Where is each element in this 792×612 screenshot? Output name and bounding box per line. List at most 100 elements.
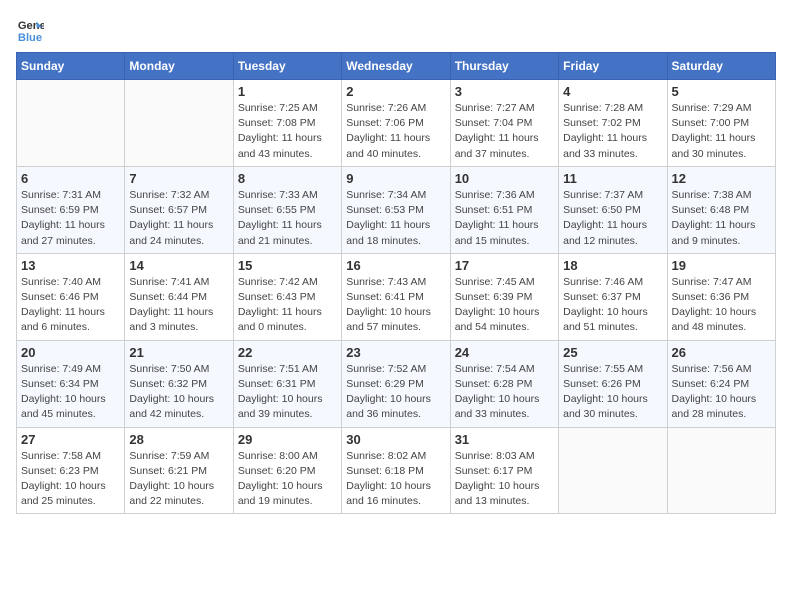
day-number: 12 [672, 171, 771, 186]
day-info: Sunrise: 7:42 AMSunset: 6:43 PMDaylight:… [238, 275, 337, 336]
day-info: Sunrise: 7:40 AMSunset: 6:46 PMDaylight:… [21, 275, 120, 336]
calendar-cell [17, 80, 125, 167]
calendar-cell: 12Sunrise: 7:38 AMSunset: 6:48 PMDayligh… [667, 166, 775, 253]
calendar-cell: 18 Sunrise: 7:46 AMSunset: 6:37 PMDayligh… [559, 253, 667, 340]
day-number: 7 [129, 171, 228, 186]
day-number: 10 [455, 171, 554, 186]
calendar-cell: 23 Sunrise: 7:52 AMSunset: 6:29 PMDayligh… [342, 340, 450, 427]
day-number: 5 [672, 84, 771, 99]
day-number: 18 [563, 258, 662, 273]
weekday-header-thursday: Thursday [450, 53, 558, 80]
day-number: 4 [563, 84, 662, 99]
day-info: Sunrise: 7:47 AMSunset: 6:36 PMDaylight:… [672, 275, 771, 336]
day-info: Sunrise: 8:03 AMSunset: 6:17 PMDaylight:… [455, 449, 554, 510]
calendar-cell: 26 Sunrise: 7:56 AMSunset: 6:24 PMDayligh… [667, 340, 775, 427]
calendar-cell: 4 Sunrise: 7:28 AMSunset: 7:02 PMDaylight… [559, 80, 667, 167]
day-info: Sunrise: 7:26 AMSunset: 7:06 PMDaylight:… [346, 101, 445, 162]
calendar-cell: 10 Sunrise: 7:36 AMSunset: 6:51 PMDayligh… [450, 166, 558, 253]
calendar-cell [125, 80, 233, 167]
day-number: 26 [672, 345, 771, 360]
calendar-cell: 16Sunrise: 7:43 AMSunset: 6:41 PMDayligh… [342, 253, 450, 340]
day-info: Sunrise: 7:55 AMSunset: 6:26 PMDaylight:… [563, 362, 662, 423]
day-number: 14 [129, 258, 228, 273]
day-number: 3 [455, 84, 554, 99]
day-info: Sunrise: 7:43 AMSunset: 6:41 PMDaylight:… [346, 275, 445, 336]
calendar-week-1: 1Sunrise: 7:25 AMSunset: 7:08 PMDaylight… [17, 80, 776, 167]
day-info: Sunrise: 7:46 AMSunset: 6:37 PMDaylight:… [563, 275, 662, 336]
day-number: 2 [346, 84, 445, 99]
calendar-cell: 30 Sunrise: 8:02 AMSunset: 6:18 PMDayligh… [342, 427, 450, 514]
day-info: Sunrise: 7:31 AMSunset: 6:59 PMDaylight:… [21, 188, 120, 249]
weekday-header-wednesday: Wednesday [342, 53, 450, 80]
day-number: 13 [21, 258, 120, 273]
calendar-cell: 17Sunrise: 7:45 AMSunset: 6:39 PMDayligh… [450, 253, 558, 340]
calendar-week-2: 6 Sunrise: 7:31 AMSunset: 6:59 PMDaylight… [17, 166, 776, 253]
day-info: Sunrise: 7:50 AMSunset: 6:32 PMDaylight:… [129, 362, 228, 423]
day-info: Sunrise: 7:52 AMSunset: 6:29 PMDaylight:… [346, 362, 445, 423]
day-number: 24 [455, 345, 554, 360]
calendar-cell: 19 Sunrise: 7:47 AMSunset: 6:36 PMDayligh… [667, 253, 775, 340]
day-number: 19 [672, 258, 771, 273]
day-info: Sunrise: 7:32 AMSunset: 6:57 PMDaylight:… [129, 188, 228, 249]
calendar-cell: 21 Sunrise: 7:50 AMSunset: 6:32 PMDayligh… [125, 340, 233, 427]
day-info: Sunrise: 7:28 AMSunset: 7:02 PMDaylight:… [563, 101, 662, 162]
day-number: 6 [21, 171, 120, 186]
calendar-cell: 11 Sunrise: 7:37 AMSunset: 6:50 PMDayligh… [559, 166, 667, 253]
calendar-cell: 27Sunrise: 7:58 AMSunset: 6:23 PMDayligh… [17, 427, 125, 514]
day-number: 15 [238, 258, 337, 273]
day-info: Sunrise: 7:33 AMSunset: 6:55 PMDaylight:… [238, 188, 337, 249]
day-info: Sunrise: 8:02 AMSunset: 6:18 PMDaylight:… [346, 449, 445, 510]
logo: General Blue [16, 16, 44, 44]
day-info: Sunrise: 7:36 AMSunset: 6:51 PMDaylight:… [455, 188, 554, 249]
svg-text:Blue: Blue [18, 32, 42, 44]
calendar-cell: 28 Sunrise: 7:59 AMSunset: 6:21 PMDayligh… [125, 427, 233, 514]
day-info: Sunrise: 7:37 AMSunset: 6:50 PMDaylight:… [563, 188, 662, 249]
day-number: 8 [238, 171, 337, 186]
day-number: 25 [563, 345, 662, 360]
day-number: 9 [346, 171, 445, 186]
calendar-cell: 22Sunrise: 7:51 AMSunset: 6:31 PMDayligh… [233, 340, 341, 427]
calendar-cell: 9Sunrise: 7:34 AMSunset: 6:53 PMDaylight… [342, 166, 450, 253]
calendar-cell: 25 Sunrise: 7:55 AMSunset: 6:26 PMDayligh… [559, 340, 667, 427]
calendar-cell: 24 Sunrise: 7:54 AMSunset: 6:28 PMDayligh… [450, 340, 558, 427]
calendar-header-row: SundayMondayTuesdayWednesdayThursdayFrid… [17, 53, 776, 80]
calendar-cell: 8 Sunrise: 7:33 AMSunset: 6:55 PMDaylight… [233, 166, 341, 253]
day-info: Sunrise: 7:29 AMSunset: 7:00 PMDaylight:… [672, 101, 771, 162]
day-number: 21 [129, 345, 228, 360]
day-number: 20 [21, 345, 120, 360]
calendar-body: 1Sunrise: 7:25 AMSunset: 7:08 PMDaylight… [17, 80, 776, 514]
weekday-header-friday: Friday [559, 53, 667, 80]
weekday-header-saturday: Saturday [667, 53, 775, 80]
day-info: Sunrise: 7:58 AMSunset: 6:23 PMDaylight:… [21, 449, 120, 510]
day-info: Sunrise: 7:41 AMSunset: 6:44 PMDaylight:… [129, 275, 228, 336]
day-number: 28 [129, 432, 228, 447]
calendar-cell: 15 Sunrise: 7:42 AMSunset: 6:43 PMDayligh… [233, 253, 341, 340]
calendar-week-4: 20 Sunrise: 7:49 AMSunset: 6:34 PMDayligh… [17, 340, 776, 427]
day-number: 11 [563, 171, 662, 186]
weekday-header-tuesday: Tuesday [233, 53, 341, 80]
day-info: Sunrise: 7:45 AMSunset: 6:39 PMDaylight:… [455, 275, 554, 336]
calendar-cell: 7 Sunrise: 7:32 AMSunset: 6:57 PMDaylight… [125, 166, 233, 253]
calendar-cell: 13 Sunrise: 7:40 AMSunset: 6:46 PMDayligh… [17, 253, 125, 340]
calendar-cell: 1Sunrise: 7:25 AMSunset: 7:08 PMDaylight… [233, 80, 341, 167]
day-info: Sunrise: 7:25 AMSunset: 7:08 PMDaylight:… [238, 101, 337, 162]
day-info: Sunrise: 7:27 AMSunset: 7:04 PMDaylight:… [455, 101, 554, 162]
page-header: General Blue [16, 16, 776, 44]
day-number: 31 [455, 432, 554, 447]
day-number: 30 [346, 432, 445, 447]
calendar-cell: 3 Sunrise: 7:27 AMSunset: 7:04 PMDaylight… [450, 80, 558, 167]
calendar-table: SundayMondayTuesdayWednesdayThursdayFrid… [16, 52, 776, 514]
day-info: Sunrise: 7:49 AMSunset: 6:34 PMDaylight:… [21, 362, 120, 423]
day-info: Sunrise: 7:56 AMSunset: 6:24 PMDaylight:… [672, 362, 771, 423]
calendar-cell: 31 Sunrise: 8:03 AMSunset: 6:17 PMDayligh… [450, 427, 558, 514]
logo-icon: General Blue [16, 16, 44, 44]
calendar-cell [559, 427, 667, 514]
day-info: Sunrise: 7:54 AMSunset: 6:28 PMDaylight:… [455, 362, 554, 423]
day-number: 23 [346, 345, 445, 360]
weekday-header-monday: Monday [125, 53, 233, 80]
calendar-cell: 6 Sunrise: 7:31 AMSunset: 6:59 PMDaylight… [17, 166, 125, 253]
calendar-cell: 20 Sunrise: 7:49 AMSunset: 6:34 PMDayligh… [17, 340, 125, 427]
calendar-cell: 14 Sunrise: 7:41 AMSunset: 6:44 PMDayligh… [125, 253, 233, 340]
calendar-cell: 29Sunrise: 8:00 AMSunset: 6:20 PMDayligh… [233, 427, 341, 514]
day-info: Sunrise: 7:59 AMSunset: 6:21 PMDaylight:… [129, 449, 228, 510]
